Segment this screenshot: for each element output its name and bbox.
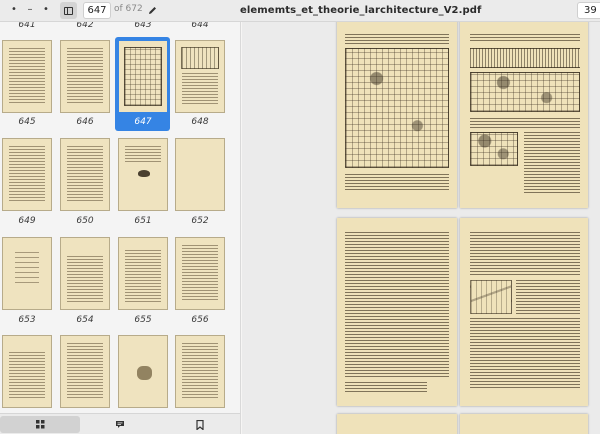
document-page [337,218,457,406]
page-illustration [470,72,580,112]
document-page [460,414,588,434]
page-text-block [345,34,449,44]
thumb-label: 646 [76,117,94,127]
page-illustration [470,48,580,68]
window-dot[interactable]: • [38,0,54,22]
thumb-label: 645 [18,117,36,127]
sidebar-icon [64,6,73,15]
document-page [460,218,588,406]
page-illustration [470,280,512,314]
page-text-block [345,174,449,192]
page-illustration [470,132,518,166]
thumbnail-sidebar[interactable]: 641 642 643 644 645 646 647 648 649 650 … [0,22,241,414]
thumbnail-page[interactable] [175,335,225,408]
document-view[interactable] [242,22,600,434]
annotate-button[interactable] [143,2,161,19]
thumb-label-selected: 647 [134,117,152,127]
window-minimize-dot[interactable]: – [22,0,38,22]
thumbnail-page[interactable] [175,237,225,310]
annotations-icon [116,421,124,428]
page-text-block [470,34,580,43]
thumbnails-icon [35,420,44,429]
thumbnail-page[interactable] [2,335,52,408]
thumb-label: 644 [191,22,209,30]
document-title: elememts_et_theorie_larchitecture_V2.pdf [240,5,482,16]
thumb-label: 652 [191,216,209,226]
page-text-block [470,318,580,388]
page-illustration [345,48,449,168]
page-text-block [516,280,580,314]
document-page [337,414,457,434]
page-count-label: of 672 [114,4,143,14]
thumbnail-page-selected[interactable] [118,40,168,113]
thumb-label: 653 [18,315,36,325]
thumb-label: 655 [134,315,152,325]
thumbnail-page[interactable] [2,40,52,113]
thumb-label: 641 [18,22,36,30]
thumb-label: 656 [191,315,209,325]
page-number-input[interactable]: 647 [83,2,111,19]
window-menu-dot[interactable]: • [6,0,22,22]
zoom-level-input[interactable]: 39 [577,2,600,19]
thumbnail-page[interactable] [60,40,110,113]
bookmarks-tab[interactable] [160,416,240,433]
thumb-label: 648 [191,117,209,127]
bookmarks-icon [196,419,204,430]
page-text-block [470,232,580,276]
thumb-label: 643 [134,22,152,30]
thumb-label: 654 [76,315,94,325]
annotations-tab[interactable] [80,416,160,433]
pencil-icon [148,7,156,14]
thumb-label: 649 [18,216,36,226]
page-text-block [470,118,580,128]
thumbnail-page[interactable] [60,138,110,211]
document-page [460,22,588,208]
thumbnail-page[interactable] [175,40,225,113]
page-text-block [524,132,580,194]
thumbnail-page[interactable] [118,237,168,310]
page-text-block [345,382,427,392]
document-page [337,22,457,208]
thumbnail-page[interactable] [2,237,52,310]
thumbnail-page[interactable] [175,138,225,211]
thumbnail-page[interactable] [60,237,110,310]
thumb-label: 651 [134,216,152,226]
thumbnail-page[interactable] [118,138,168,211]
thumbnail-page[interactable] [60,335,110,408]
thumb-label: 650 [76,216,94,226]
thumbnail-page[interactable] [2,138,52,211]
thumbnails-tab[interactable] [0,416,80,433]
thumb-label: 642 [76,22,94,30]
thumbnail-page[interactable] [118,335,168,408]
page-text-block [345,232,449,378]
sidebar-footer [0,413,241,434]
sidebar-toggle-button[interactable] [60,2,77,19]
header-bar: • – • 647 of 672 elememts_et_theorie_lar… [0,0,600,22]
